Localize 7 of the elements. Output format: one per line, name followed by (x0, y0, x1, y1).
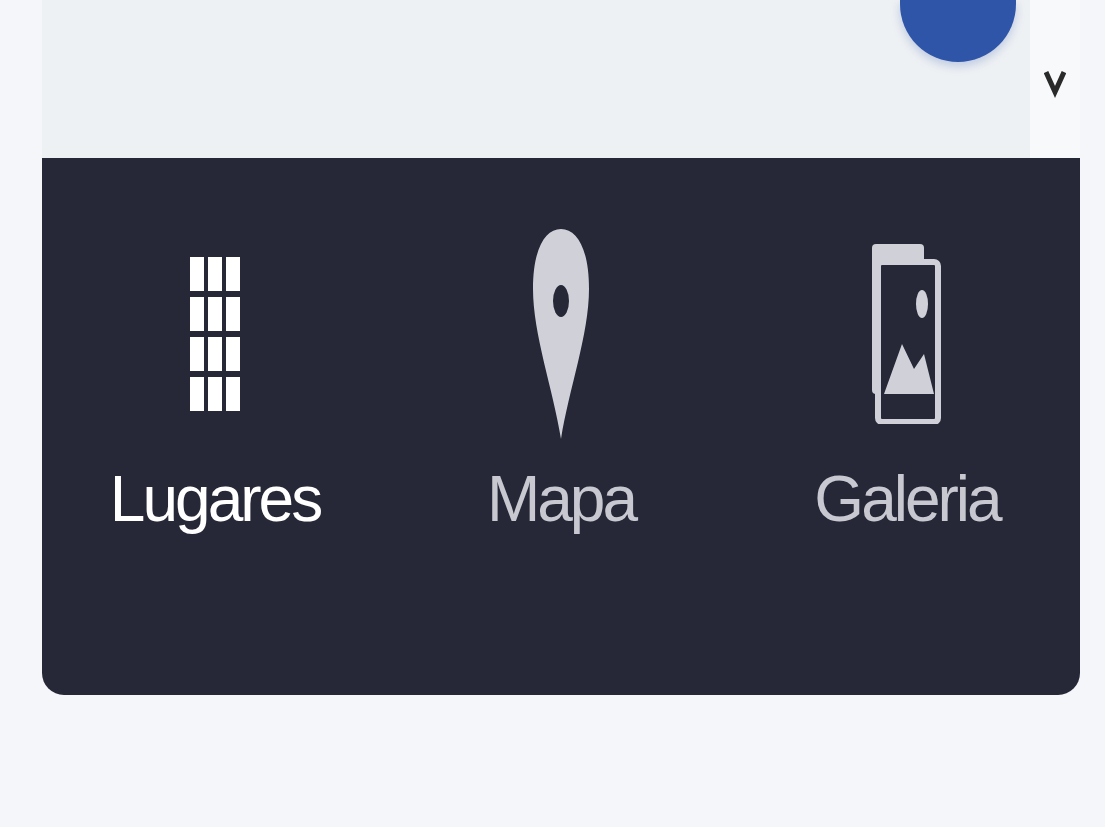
nav-tab[interactable]: Lugares (109, 462, 321, 536)
grid-icon (190, 257, 240, 411)
map-pin-icon (533, 229, 589, 439)
nav-tab[interactable]: Galeria (814, 462, 1000, 536)
gallery-icon (872, 244, 942, 424)
nav-tab[interactable]: Mapa (486, 462, 636, 536)
avatar[interactable] (900, 0, 1016, 62)
